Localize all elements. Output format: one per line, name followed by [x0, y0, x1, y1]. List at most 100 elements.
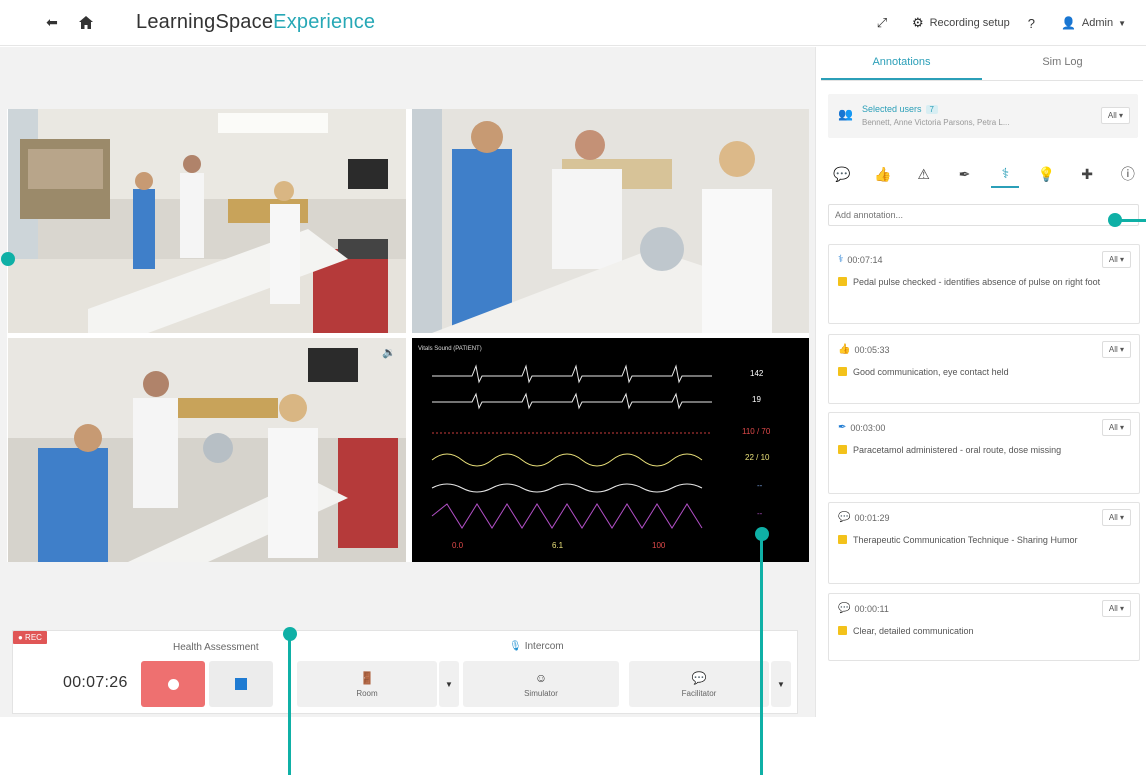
caret-down-icon: ▼ — [777, 679, 785, 689]
monitor-bottom-2: 6.1 — [552, 541, 564, 550]
intercom-facilitator-button[interactable]: 💬 Facilitator — [629, 661, 769, 707]
info-icon[interactable]: ⓘ — [1114, 160, 1142, 188]
session-title: Health Assessment — [173, 642, 259, 653]
fullscreen-icon[interactable]: ⤢ — [868, 9, 896, 37]
speaker-icon[interactable]: 🔉 — [382, 346, 396, 359]
annotation-body: Pedal pulse checked - identifies absence… — [838, 276, 1109, 288]
annotation-header: ✒ 00:03:00 — [838, 422, 885, 433]
annotation-time: 00:01:29 — [854, 512, 890, 523]
users-icon: 👥 — [838, 107, 853, 121]
monitor-value-5: -- — [757, 481, 763, 490]
comment-icon: 💬 — [838, 603, 851, 614]
annotation-type-toolbar: 💬 👍 ⚠ ✒ ⚕ 💡 ✚ ⓘ — [828, 159, 1142, 189]
callout-marker-controls — [283, 627, 297, 641]
annotation-card[interactable]: 💬 00:00:11 All ▾ Clear, detailed communic… — [828, 593, 1140, 661]
audience-label: All — [1108, 604, 1118, 613]
top-bar: ⬅ LearningSpaceExperience ⤢ ⚙ Recording … — [0, 0, 1146, 46]
side-tabs: Annotations Sim Log — [821, 47, 1143, 81]
recording-setup-label: Recording setup — [929, 17, 1010, 29]
callout-marker-left — [1, 252, 15, 266]
app-logo[interactable]: LearningSpaceExperience — [136, 11, 375, 34]
room-dropdown-button[interactable]: ▼ — [439, 661, 459, 707]
callout-line-monitor — [760, 540, 763, 775]
back-arrow-icon[interactable]: ⬅ — [38, 9, 66, 37]
gear-icon: ⚙ — [911, 15, 924, 30]
tab-annotations[interactable]: Annotations — [821, 47, 982, 80]
caret-down-icon: ▼ — [445, 679, 453, 689]
main-area: 🔉 Vitals Sound (PATIENT) 142 19 110 / 70… — [0, 47, 815, 717]
lightbulb-icon[interactable]: 💡 — [1032, 160, 1060, 188]
annotation-time: 00:00:11 — [854, 603, 889, 614]
stop-button[interactable] — [209, 661, 273, 707]
selected-users-label: Selected users — [862, 104, 922, 114]
annotation-card[interactable]: ✒ 00:03:00 All ▾ Paracetamol administered… — [828, 412, 1140, 494]
monitor-value-bp: 110 / 70 — [742, 427, 771, 436]
callout-marker-monitor — [755, 527, 769, 541]
user-menu[interactable]: 👤 Admin ▼ — [1061, 16, 1126, 30]
selected-users-label-row: Selected users 7 — [862, 104, 938, 114]
note-icon — [838, 445, 847, 454]
microphone-icon: 🎙 — [509, 641, 522, 652]
filter-label: All — [1107, 111, 1117, 120]
monitor-value-rr: 19 — [752, 395, 761, 404]
annotation-card[interactable]: ⚕ 00:07:14 All ▾ Pedal pulse checked - id… — [828, 244, 1140, 324]
annotation-audience-dropdown[interactable]: All ▾ — [1101, 341, 1131, 358]
intercom-simulator-button[interactable]: ☺ Simulator — [463, 661, 619, 707]
caret-down-icon: ▼ — [1118, 18, 1126, 28]
recording-timer: 00:07:26 — [63, 674, 128, 691]
monitor-title: Vitals Sound (PATIENT) — [418, 346, 482, 352]
thumbs-up-icon[interactable]: 👍 — [869, 160, 897, 188]
monitor-bottom-3: 100 — [652, 541, 666, 550]
stethoscope-icon: ⚕ — [838, 254, 844, 265]
selected-users-count: 7 — [925, 105, 938, 114]
annotation-header: 👍 00:05:33 — [838, 344, 890, 355]
annotation-audience-dropdown[interactable]: All ▾ — [1101, 509, 1131, 526]
intercom-room-button[interactable]: 🚪 Room — [297, 661, 437, 707]
annotation-text: Good communication, eye contact held — [853, 367, 1009, 377]
annotation-audience-dropdown[interactable]: All ▾ — [1101, 600, 1131, 617]
annotation-header: ⚕ 00:07:14 — [838, 254, 882, 265]
monitor-value-hr: 142 — [750, 369, 764, 378]
home-icon[interactable] — [72, 9, 100, 37]
facilitator-dropdown-button[interactable]: ▼ — [771, 661, 791, 707]
record-button[interactable] — [141, 661, 205, 707]
annotation-time: 00:07:14 — [847, 254, 883, 265]
annotation-audience-dropdown[interactable]: All ▾ — [1101, 251, 1131, 268]
facilitator-label: Facilitator — [681, 688, 717, 698]
recording-control-panel: ● REC Health Assessment 🎙 Intercom 00:07:… — [12, 630, 798, 714]
annotation-audience-dropdown[interactable]: All ▾ — [1101, 419, 1131, 436]
stethoscope-icon[interactable]: ⚕ — [991, 160, 1020, 188]
annotation-body: Paracetamol administered - oral route, d… — [838, 444, 1109, 456]
annotation-card[interactable]: 💬 00:01:29 All ▾ Therapeutic Communicatio… — [828, 502, 1140, 584]
vitals-monitor[interactable]: Vitals Sound (PATIENT) 142 19 110 / 70 2… — [412, 338, 809, 562]
annotation-header: 💬 00:01:29 — [838, 512, 890, 523]
annotation-header: 💬 00:00:11 — [838, 603, 889, 614]
warning-icon[interactable]: ⚠ — [910, 160, 938, 188]
audience-label: All — [1108, 423, 1118, 432]
intercom-label: Intercom — [524, 641, 564, 652]
user-name: Admin — [1081, 17, 1114, 29]
simulator-head-icon: ☺ — [534, 670, 548, 685]
first-aid-kit-icon[interactable]: ✚ — [1073, 160, 1101, 188]
note-icon — [838, 535, 847, 544]
thumbs-up-icon: 👍 — [838, 344, 851, 355]
door-icon: 🚪 — [359, 670, 375, 685]
annotation-body: Therapeutic Communication Technique - Sh… — [838, 534, 1109, 546]
help-button[interactable]: ? — [1028, 16, 1035, 31]
users-filter-dropdown[interactable]: All ▾ — [1100, 107, 1130, 124]
selected-users-box[interactable]: 👥 Selected users 7 Bennett, Anne Victoria… — [828, 94, 1138, 138]
camera-view-2[interactable] — [412, 109, 809, 333]
callout-line-controls — [288, 640, 291, 775]
camera-view-3[interactable]: 🔉 — [8, 338, 406, 562]
tab-sim-log[interactable]: Sim Log — [982, 47, 1143, 80]
annotation-card[interactable]: 👍 00:05:33 All ▾ Good communication, eye … — [828, 334, 1140, 404]
room-label: Room — [356, 688, 378, 698]
camera-view-1[interactable] — [8, 109, 406, 333]
add-annotation-input[interactable] — [828, 204, 1139, 226]
annotation-text: Paracetamol administered - oral route, d… — [853, 445, 1062, 455]
syringe-icon[interactable]: ✒ — [951, 160, 979, 188]
comment-icon[interactable]: 💬 — [828, 160, 856, 188]
recording-setup-button[interactable]: ⚙ Recording setup — [912, 15, 1010, 31]
simulator-label: Simulator — [524, 688, 558, 698]
annotation-body: Clear, detailed communication — [838, 625, 1109, 637]
